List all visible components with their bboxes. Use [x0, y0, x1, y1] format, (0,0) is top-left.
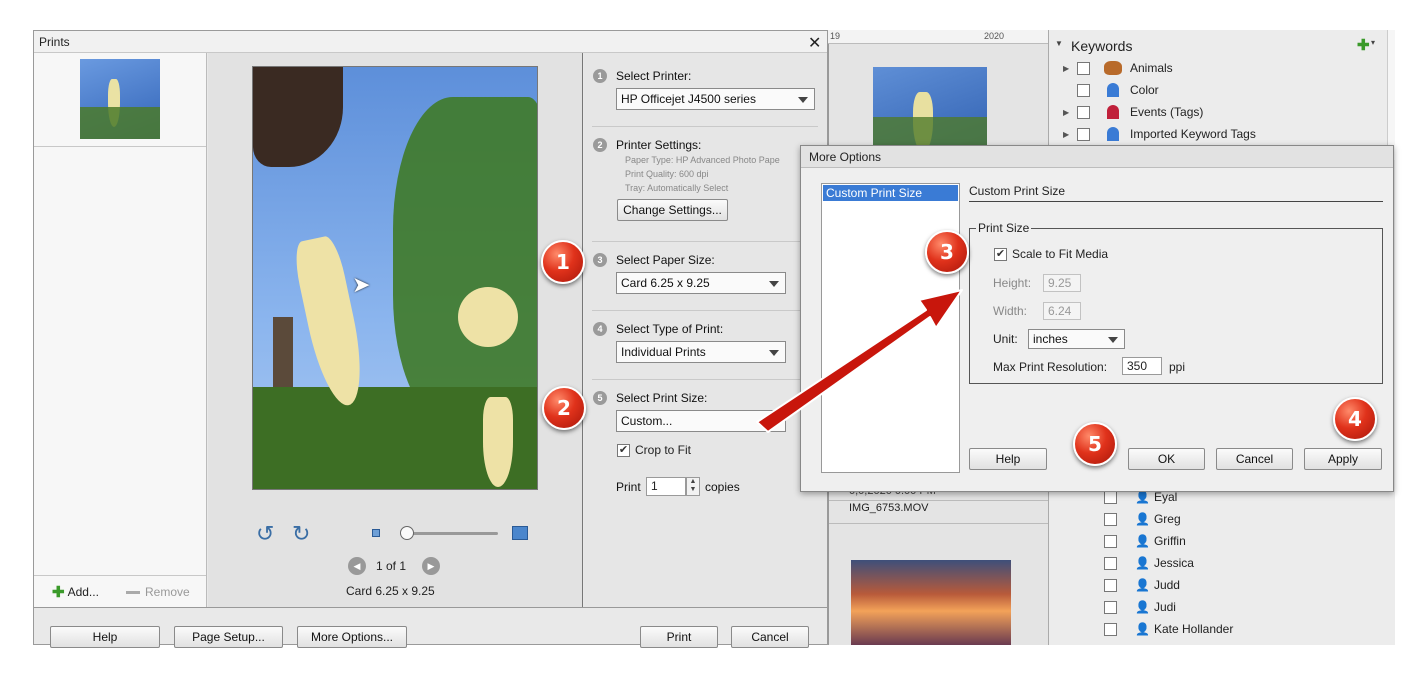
callout-badge: 5: [1073, 422, 1117, 466]
callout-badge: 3: [925, 230, 969, 274]
callout-badge: 1: [541, 240, 585, 284]
callout-badge: 2: [542, 386, 586, 430]
callout-badge: 4: [1333, 397, 1377, 441]
annotation-arrow: [756, 289, 963, 433]
